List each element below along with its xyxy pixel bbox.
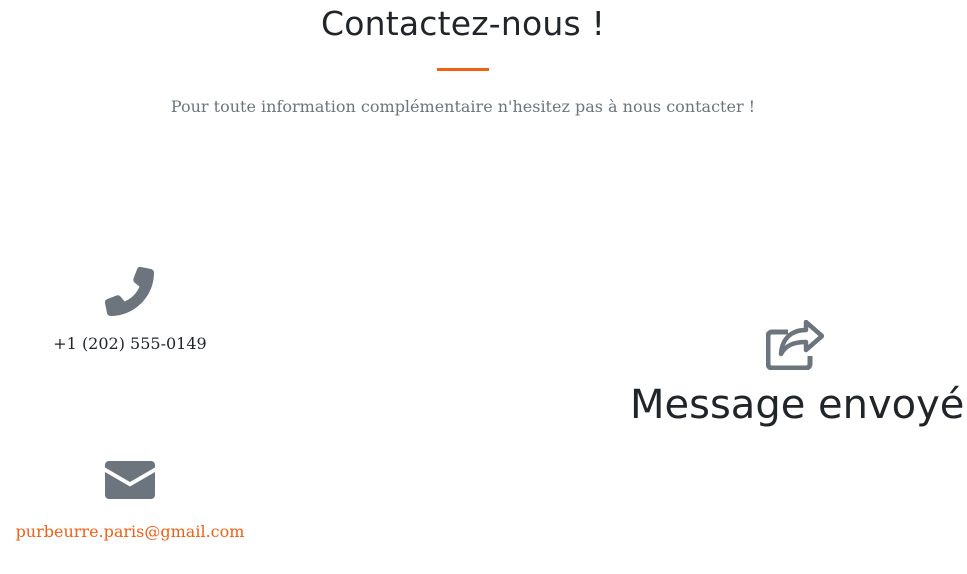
- share-icon: [765, 319, 825, 371]
- envelope-icon: [105, 461, 155, 499]
- title-divider: [437, 68, 489, 71]
- phone-number: +1 (202) 555-0149: [53, 334, 207, 353]
- email-link[interactable]: purbeurre.paris@gmail.com: [0, 522, 260, 541]
- page-title: Contactez-nous !: [320, 4, 606, 43]
- phone-icon: [104, 266, 156, 318]
- page-subtitle: Pour toute information complémentaire n'…: [170, 97, 756, 116]
- message-sent-text: Message envoyé: [630, 382, 965, 428]
